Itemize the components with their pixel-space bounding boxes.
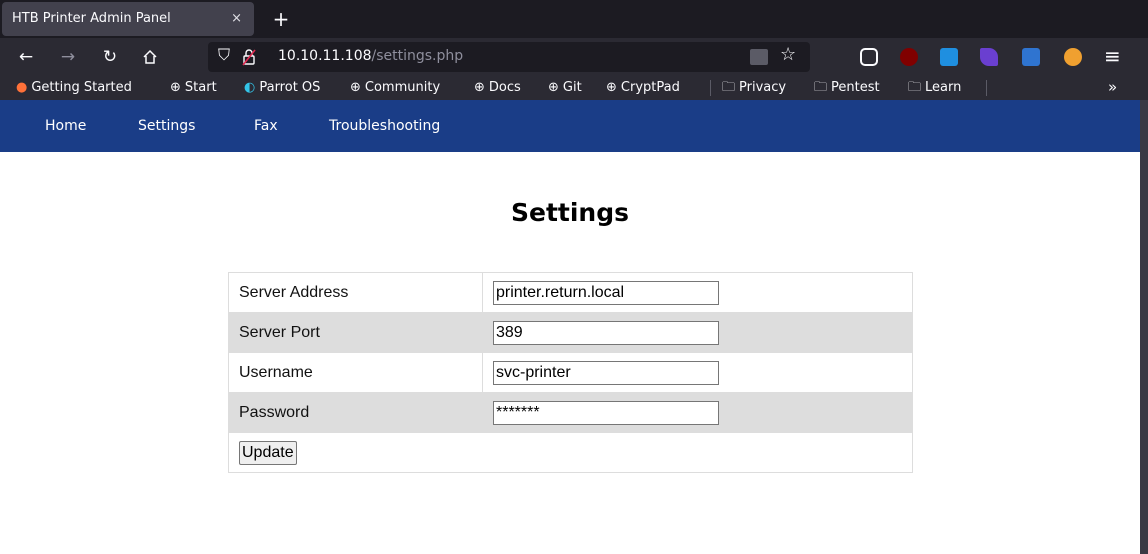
password-input[interactable] <box>493 400 719 425</box>
table-row: Update <box>228 432 913 473</box>
tab-title: HTB Printer Admin Panel <box>12 11 171 26</box>
bookmark-star-icon[interactable]: ☆ <box>780 44 796 65</box>
translate-icon[interactable] <box>750 49 768 65</box>
table-row: Username <box>228 352 913 393</box>
submit-cell: Update <box>228 432 913 473</box>
bookmarks-bar: ● Getting Started ⊕ Start ◐ Parrot OS ⊕ Comm… <box>0 76 1148 100</box>
folder-icon: 🗀 <box>908 80 922 95</box>
site-navbar: Home Settings Fax Troubleshooting <box>0 100 1140 152</box>
translate-extension-icon[interactable] <box>1022 48 1040 66</box>
username-label: Username <box>228 352 483 393</box>
username-input[interactable] <box>493 360 719 385</box>
browser-tab-bar: HTB Printer Admin Panel × + <box>0 0 1148 38</box>
bookmark-pentest[interactable]: 🗀 Pentest <box>814 79 880 97</box>
globe-icon: ⊕ <box>170 80 181 95</box>
url-path: /settings.php <box>371 48 464 64</box>
server-port-cell <box>482 312 913 353</box>
url-host: 10.10.11.108 <box>278 48 372 64</box>
bookmark-separator <box>986 80 987 96</box>
bookmark-privacy[interactable]: 🗀 Privacy <box>722 79 786 97</box>
password-cell <box>482 392 913 433</box>
server-port-label: Server Port <box>228 312 483 353</box>
bookmark-getting-started[interactable]: ● Getting Started <box>16 79 132 97</box>
url-bar[interactable]: ⛉ 10.10.11.108/settings.php ☆ <box>208 42 810 72</box>
server-port-input[interactable] <box>493 320 719 345</box>
browser-tab[interactable]: HTB Printer Admin Panel × <box>2 2 254 36</box>
folder-icon: 🗀 <box>722 80 736 95</box>
globe-icon: ⊕ <box>606 80 617 95</box>
username-cell <box>482 352 913 393</box>
page-title: Settings <box>510 198 629 227</box>
server-address-label: Server Address <box>228 272 483 313</box>
bookmark-start[interactable]: ⊕ Start <box>170 79 217 97</box>
table-row: Server Address <box>228 272 913 313</box>
ublock-icon[interactable] <box>900 48 918 66</box>
forward-icon[interactable]: → <box>56 45 80 69</box>
table-row: Server Port <box>228 312 913 353</box>
globe-icon: ⊕ <box>474 80 485 95</box>
bookmark-cryptpad[interactable]: ⊕ CryptPad <box>606 79 680 97</box>
nav-settings[interactable]: Settings <box>138 118 195 134</box>
url-text[interactable]: 10.10.11.108/settings.php <box>278 48 463 64</box>
bookmark-community[interactable]: ⊕ Community <box>350 79 440 97</box>
nav-home[interactable]: Home <box>45 118 86 134</box>
tracking-protection-icon[interactable]: ⛉ <box>218 45 230 65</box>
hamburger-menu-icon[interactable]: ≡ <box>1104 44 1121 68</box>
nav-fax[interactable]: Fax <box>254 118 278 134</box>
home-icon[interactable] <box>138 45 162 69</box>
parrot-icon: ◐ <box>244 80 256 95</box>
folder-icon: 🗀 <box>814 80 828 95</box>
bookmark-docs[interactable]: ⊕ Docs <box>474 79 521 97</box>
firefox-icon: ● <box>16 80 28 95</box>
bookmark-parrot-os[interactable]: ◐ Parrot OS <box>244 79 320 97</box>
globe-icon: ⊕ <box>548 80 559 95</box>
new-tab-button[interactable]: + <box>270 6 292 32</box>
table-row: Password <box>228 392 913 433</box>
extension-badge-icon[interactable] <box>980 48 998 66</box>
server-address-input[interactable] <box>493 280 719 305</box>
back-icon[interactable]: ← <box>14 45 38 69</box>
tab-close-icon[interactable]: × <box>231 2 242 36</box>
nav-troubleshooting[interactable]: Troubleshooting <box>329 118 440 134</box>
password-label: Password <box>228 392 483 433</box>
extension-s-icon[interactable] <box>940 48 958 66</box>
pocket-icon[interactable] <box>860 48 878 66</box>
settings-form: Server Address Server Port Username Pass… <box>228 272 913 473</box>
update-button[interactable]: Update <box>239 440 297 465</box>
reload-icon[interactable]: ↻ <box>98 45 122 69</box>
bookmark-learn[interactable]: 🗀 Learn <box>908 79 961 97</box>
window-edge <box>1140 100 1148 554</box>
browser-toolbar: ← → ↻ ⛉ 10.10.11.108/settings.php ☆ ≡ <box>0 38 1148 76</box>
bookmark-git[interactable]: ⊕ Git <box>548 79 582 97</box>
globe-icon: ⊕ <box>350 80 361 95</box>
bookmark-separator <box>710 80 711 96</box>
server-address-cell <box>482 272 913 313</box>
extension-fox-icon[interactable] <box>1064 48 1082 66</box>
bookmarks-overflow-icon[interactable]: » <box>1108 78 1117 96</box>
insecure-lock-icon[interactable] <box>242 48 256 66</box>
